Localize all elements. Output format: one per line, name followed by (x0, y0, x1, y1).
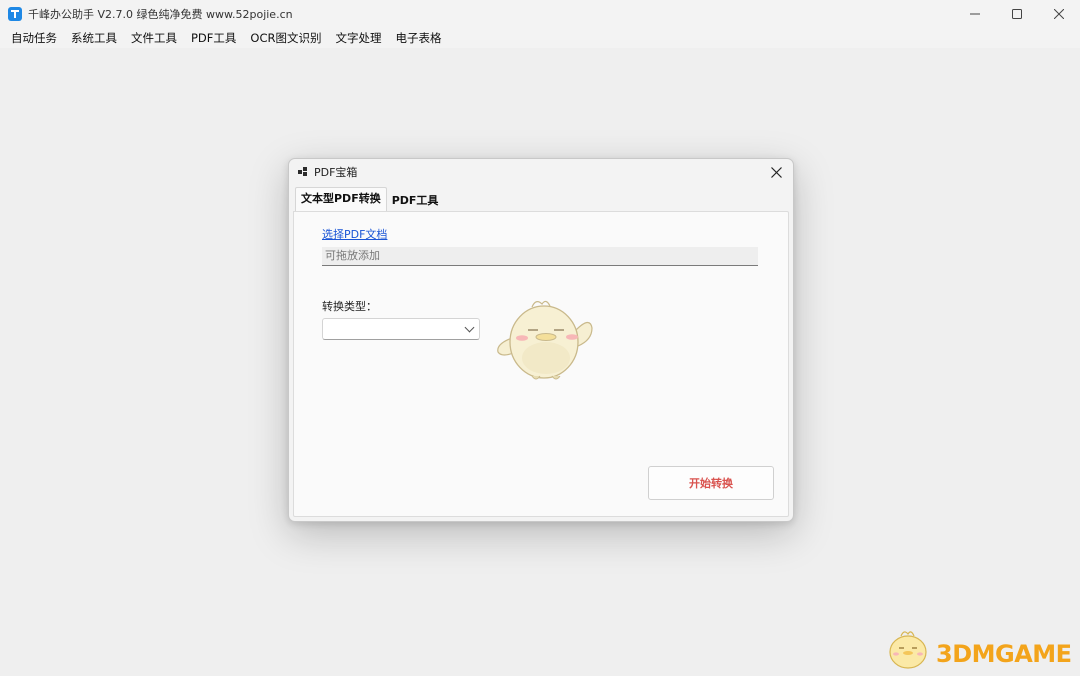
menu-item-system-tools[interactable]: 系统工具 (64, 28, 124, 48)
conversion-type-select[interactable] (322, 318, 480, 340)
conversion-type-value (323, 324, 327, 337)
app-window: 千峰办公助手 V2.7.0 绿色纯净免费 www.52pojie.cn 自动任务… (0, 0, 1080, 676)
app-logo-icon (8, 7, 22, 21)
select-pdf-link[interactable]: 选择PDF文档 (322, 226, 387, 242)
window-controls (954, 0, 1080, 28)
minimize-button[interactable] (954, 0, 996, 28)
menu-item-spreadsheet[interactable]: 电子表格 (388, 28, 448, 48)
tab-text-pdf-convert[interactable]: 文本型PDF转换 (295, 187, 387, 211)
tab-panel-text-pdf-convert: 选择PDF文档 可拖放添加 转换类型： 开始转换 (293, 211, 789, 517)
close-icon (770, 166, 782, 178)
minimize-icon (970, 13, 980, 15)
title-bar: 千峰办公助手 V2.7.0 绿色纯净免费 www.52pojie.cn (0, 0, 1080, 28)
conversion-type-label: 转换类型： (322, 300, 377, 313)
menu-item-auto-tasks[interactable]: 自动任务 (4, 28, 64, 48)
close-window-button[interactable] (1038, 0, 1080, 28)
dialog-tabs: 文本型PDF转换 PDF工具 (295, 187, 444, 211)
chick-logo-icon (889, 631, 927, 669)
tab-pdf-tools[interactable]: PDF工具 (387, 191, 444, 211)
menu-item-ocr[interactable]: OCR图文识别 (243, 28, 328, 48)
dialog-title-bar: PDF宝箱 (289, 159, 793, 185)
menu-item-file-tools[interactable]: 文件工具 (124, 28, 184, 48)
pdf-drop-field[interactable]: 可拖放添加 (322, 247, 758, 266)
dialog-close-button[interactable] (765, 162, 787, 182)
watermark: 3DMGAME (884, 626, 1074, 672)
maximize-button[interactable] (996, 0, 1038, 28)
maximize-icon (1012, 9, 1022, 19)
window-title: 千峰办公助手 V2.7.0 绿色纯净免费 www.52pojie.cn (28, 8, 293, 21)
dialog-title: PDF宝箱 (314, 166, 358, 179)
chevron-down-icon (464, 322, 475, 333)
menu-item-text-processing[interactable]: 文字处理 (328, 28, 388, 48)
menu-bar: 自动任务 系统工具 文件工具 PDF工具 OCR图文识别 文字处理 电子表格 (0, 28, 1080, 48)
menu-item-pdf-tools[interactable]: PDF工具 (184, 28, 243, 48)
start-convert-button[interactable]: 开始转换 (648, 466, 774, 500)
dialog-app-icon (298, 167, 308, 177)
watermark-text: 3DMGAME (936, 640, 1072, 668)
close-icon (1054, 9, 1064, 19)
pdf-box-dialog: PDF宝箱 文本型PDF转换 PDF工具 选择PDF文档 可拖放添加 转换类型： (288, 158, 794, 522)
mascot-chick-image (497, 300, 593, 380)
